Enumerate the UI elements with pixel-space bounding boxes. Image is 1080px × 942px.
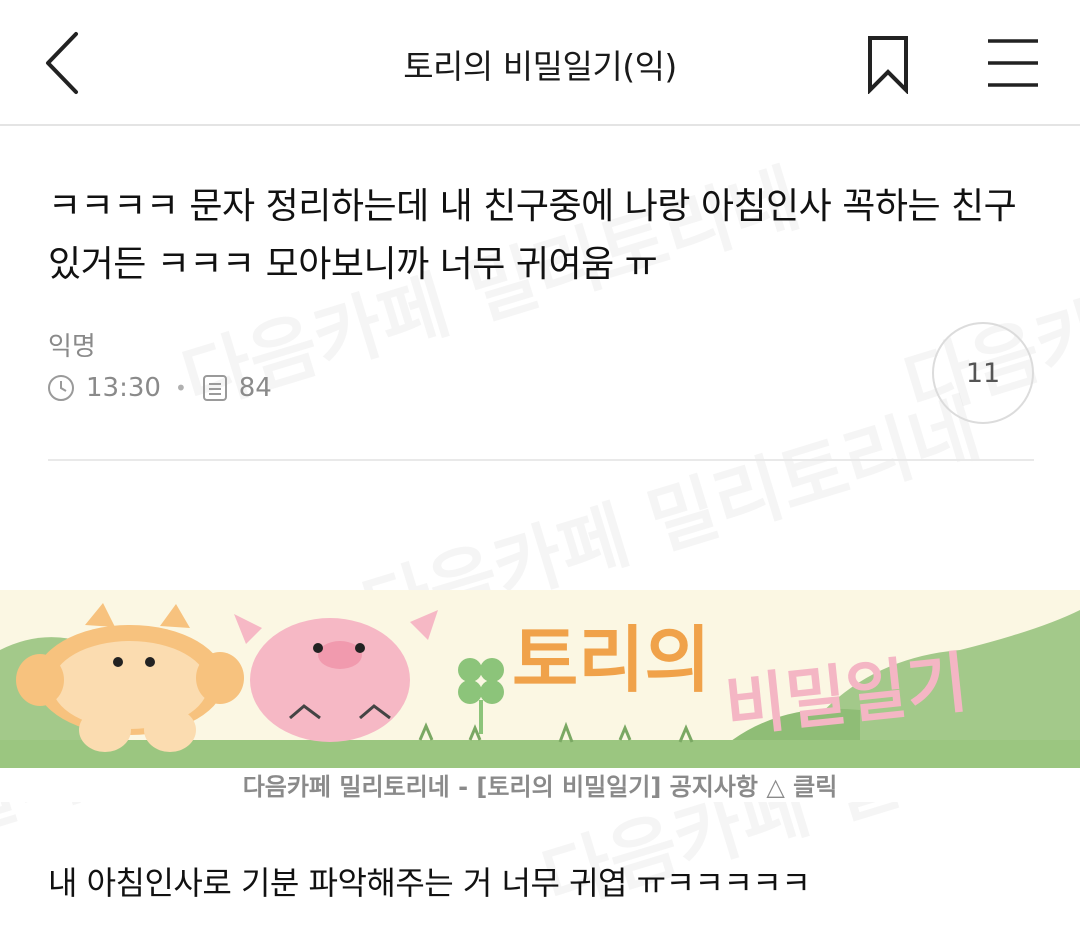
banner-caption: 다음카페 밀리토리네 - [토리의 비밀일기] 공지사항 △ 클릭: [243, 773, 838, 801]
bookmark-button[interactable]: [862, 34, 914, 95]
post-meta: 13:30 • 84: [46, 370, 272, 406]
menu-icon: [988, 39, 1038, 87]
page-title: 토리의 비밀일기(익): [403, 47, 677, 86]
app-header: 토리의 비밀일기(익): [0, 0, 1080, 126]
bookmark-icon: [868, 36, 908, 95]
banner-title-1: 토리의: [512, 618, 711, 702]
divider: [48, 459, 1034, 461]
document-icon: [202, 375, 227, 401]
clock-icon: [48, 375, 74, 401]
banner-illustration: 토리의 비밀일기 다음카페 밀리토리네 - [토리의 비밀일기] 공지사항 △ …: [0, 590, 1080, 802]
author-name: 익명: [48, 332, 96, 362]
view-count: 84: [238, 373, 272, 403]
menu-button[interactable]: [984, 36, 1042, 90]
meta-separator: •: [174, 376, 187, 400]
comment-count-button[interactable]: 11: [932, 322, 1034, 424]
post-body: 내 아침인사로 기분 파악해주는 거 너무 귀엽 ㅠㅋㅋㅋㅋㅋ: [48, 864, 811, 902]
cafe-banner-image[interactable]: 토리의 비밀일기 다음카페 밀리토리네 - [토리의 비밀일기] 공지사항 △ …: [0, 590, 1080, 802]
post-time: 13:30: [86, 373, 161, 403]
post-title: ㅋㅋㅋㅋ 문자 정리하는데 내 친구중에 나랑 아침인사 꼭하는 친구 있거든 …: [48, 186, 1017, 285]
